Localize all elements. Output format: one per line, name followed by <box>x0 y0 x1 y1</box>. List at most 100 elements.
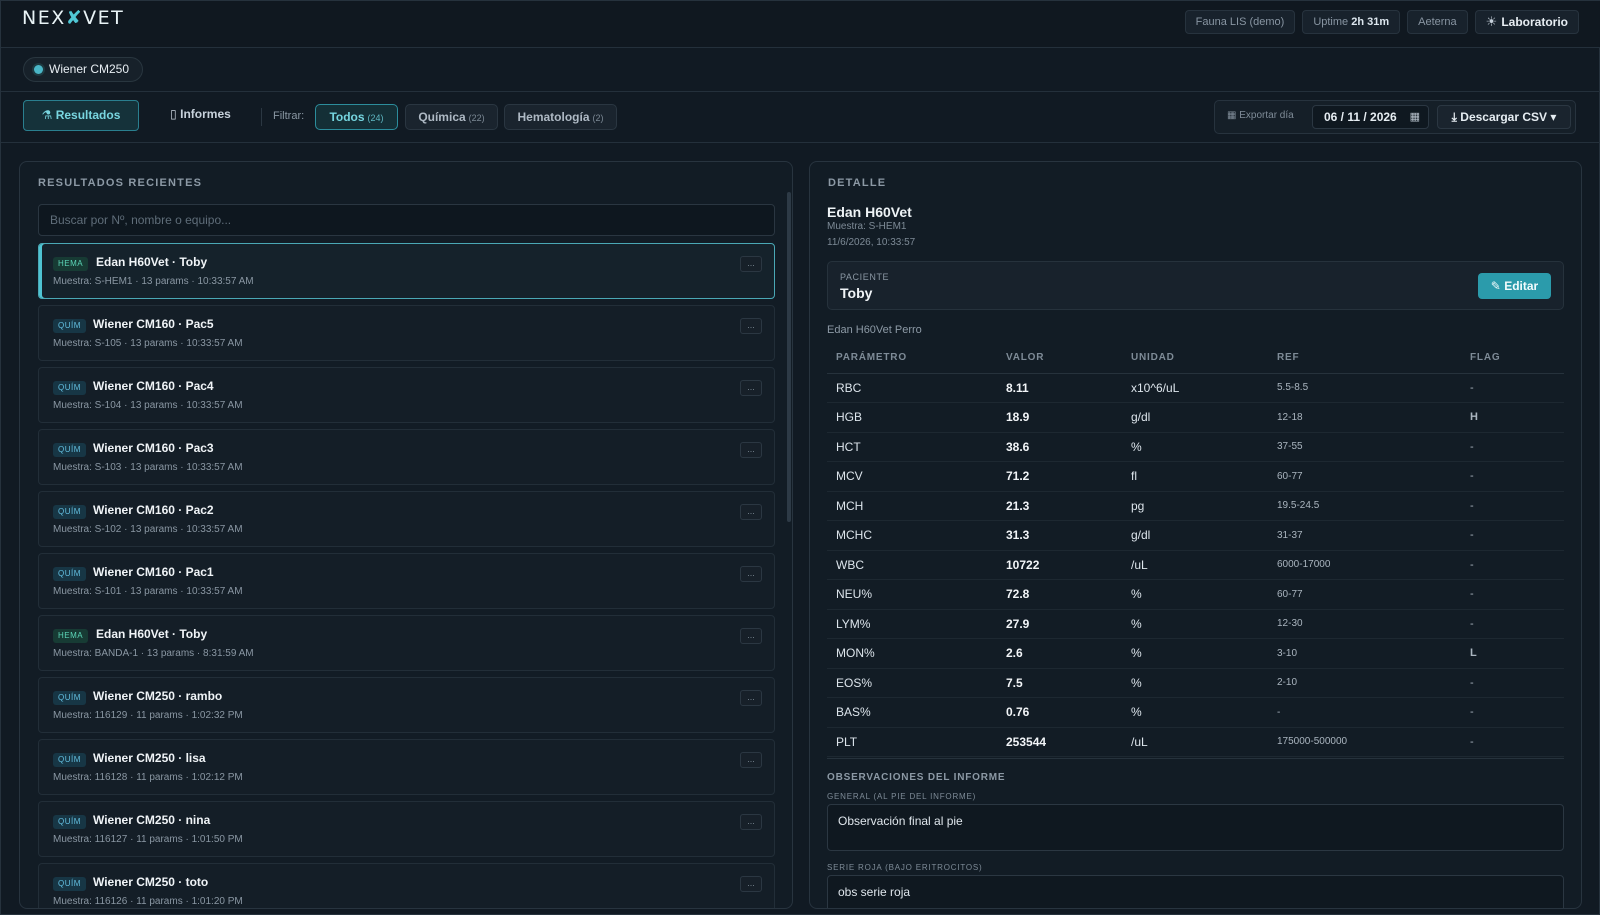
category-badge: QUÍM <box>53 319 86 333</box>
list-item[interactable]: QUÍM Wiener CM160 · Pac3 Muestra: S-103 · … <box>38 429 775 485</box>
list-item[interactable]: HEMA Edan H60Vet · Toby Muestra: BANDA-1 ·… <box>38 615 775 671</box>
table-row: RBC 8.11 x10^6/uL 5.5-8.5- <box>827 373 1564 403</box>
app-logo[interactable]: NEX✘VET <box>22 7 124 29</box>
list-item[interactable]: QUÍM Wiener CM250 · nina Muestra: 116127 ·… <box>38 801 775 857</box>
param-flag: - <box>1470 461 1564 492</box>
flask-icon: ⚗ <box>41 108 53 122</box>
export-date-input[interactable]: 06 / 11 / 2026 ▦ <box>1312 105 1429 129</box>
list-item[interactable]: QUÍM Wiener CM250 · rambo Muestra: 116129 … <box>38 677 775 733</box>
filter-chip-hematologia[interactable]: Hematología (2) <box>504 104 617 130</box>
param-ref: 60-77 <box>1277 579 1470 610</box>
device-name: Wiener CM250 <box>49 62 130 76</box>
param-value: 71.2 <box>1006 461 1131 492</box>
param-flag: - <box>1470 491 1564 521</box>
list-item-title: Wiener CM160 · Pac3 <box>93 441 214 455</box>
device-bar: Wiener CM250 <box>1 48 1600 92</box>
list-item-title: Wiener CM250 · rambo <box>93 689 223 703</box>
theme-pill[interactable]: Aeterna <box>1407 10 1468 34</box>
column-header-flag: FLAG <box>1470 342 1564 374</box>
param-name: WBC <box>827 550 1006 580</box>
observations-divider <box>827 758 1564 759</box>
param-value: 38.6 <box>1006 432 1131 462</box>
param-ref: 37-55 <box>1277 432 1470 462</box>
category-badge: QUÍM <box>53 753 86 767</box>
list-item-title: Edan H60Vet · Toby <box>96 627 208 641</box>
export-day-label: ▦ Exportar día <box>1227 110 1294 121</box>
more-options-button[interactable]: ... <box>740 566 762 582</box>
list-item-meta: Muestra: S-102 · 13 params · 10:33:57 AM <box>53 524 243 535</box>
table-row: MCV 71.2 fl 60-77- <box>827 461 1564 492</box>
list-item[interactable]: QUÍM Wiener CM160 · Pac2 Muestra: S-102 · … <box>38 491 775 547</box>
param-unit: /uL <box>1131 727 1277 757</box>
detail-datetime: 11/6/2026, 10:33:57 <box>827 237 916 248</box>
param-flag: - <box>1470 609 1564 639</box>
param-ref: 2-10 <box>1277 668 1470 698</box>
column-header-ref: REF <box>1277 342 1470 374</box>
filter-chip-todos[interactable]: Todos (24) <box>315 104 398 130</box>
results-list: HEMA Edan H60Vet · Toby Muestra: S-HEM1 · … <box>38 243 775 908</box>
more-options-button[interactable]: ... <box>740 380 762 396</box>
more-options-button[interactable]: ... <box>740 752 762 768</box>
list-item[interactable]: HEMA Edan H60Vet · Toby Muestra: S-HEM1 · … <box>38 243 775 299</box>
table-row: HGB 18.9 g/dl 12-18 H <box>827 402 1564 433</box>
param-ref: 5.5-8.5 <box>1277 373 1470 403</box>
more-options-button[interactable]: ... <box>740 442 762 458</box>
category-badge: QUÍM <box>53 877 86 891</box>
download-csv-button[interactable]: ⤓ Descargar CSV ▾ <box>1437 105 1571 129</box>
more-options-button[interactable]: ... <box>740 628 762 644</box>
param-flag: L <box>1470 638 1564 669</box>
list-item[interactable]: QUÍM Wiener CM160 · Pac4 Muestra: S-104 · … <box>38 367 775 423</box>
list-item[interactable]: QUÍM Wiener CM160 · Pac5 Muestra: S-105 · … <box>38 305 775 361</box>
laboratory-button[interactable]: ☀ Laboratorio <box>1474 10 1579 34</box>
list-item[interactable]: QUÍM Wiener CM160 · Pac1 Muestra: S-101 · … <box>38 553 775 609</box>
list-item[interactable]: QUÍM Wiener CM250 · toto Muestra: 116126 ·… <box>38 863 775 908</box>
detail-device-name: Edan H60Vet <box>827 204 912 220</box>
more-options-button[interactable]: ... <box>740 876 762 892</box>
observations-title: OBSERVACIONES DEL INFORME <box>827 772 1006 783</box>
search-input[interactable]: Buscar por Nº, nombre o equipo... <box>38 204 775 236</box>
list-item-title: Edan H60Vet · Toby <box>96 255 208 269</box>
param-name: EOS% <box>827 668 1006 698</box>
list-item[interactable]: QUÍM Wiener CM250 · lisa Muestra: 116128 ·… <box>38 739 775 795</box>
more-options-button[interactable]: ... <box>740 690 762 706</box>
more-options-button[interactable]: ... <box>740 318 762 334</box>
tab-results[interactable]: ⚗ Resultados <box>23 100 139 131</box>
edit-button[interactable]: ✎ Editar <box>1478 273 1551 299</box>
param-unit: fl <box>1131 461 1277 492</box>
param-value: 18.9 <box>1006 402 1131 433</box>
table-header-row: PARÁMETRO VALOR UNIDAD REF FLAG <box>827 342 1564 374</box>
param-unit: % <box>1131 432 1277 462</box>
param-value: 8.11 <box>1006 373 1131 403</box>
param-name: MCHC <box>827 520 1006 551</box>
top-bar: NEX✘VET Fauna LIS (demo) Uptime 2h 31m A… <box>1 1 1600 48</box>
obs-red-series-textarea[interactable]: obs serie roja <box>827 875 1564 908</box>
uptime-value: 2h 31m <box>1351 16 1390 28</box>
calendar-picker-icon[interactable]: ▦ <box>1410 106 1420 128</box>
param-value: 7.5 <box>1006 668 1131 698</box>
param-name: MON% <box>827 638 1006 669</box>
obs-general-textarea[interactable]: Observación final al pie <box>827 804 1564 851</box>
device-selector[interactable]: Wiener CM250 <box>23 57 144 82</box>
filter-chip-quimica[interactable]: Química (22) <box>405 104 498 130</box>
category-badge: QUÍM <box>53 505 86 519</box>
more-options-button[interactable]: ... <box>740 814 762 830</box>
tab-reports[interactable]: ▯ Informes <box>153 100 248 131</box>
detail-sample: Muestra: S-HEM1 <box>827 221 907 232</box>
scrollbar[interactable] <box>787 192 791 522</box>
list-item-meta: Muestra: S-104 · 13 params · 10:33:57 AM <box>53 400 243 411</box>
list-item-meta: Muestra: 116128 · 11 params · 1:02:12 PM <box>53 772 243 783</box>
more-options-button[interactable]: ... <box>740 256 762 272</box>
category-badge: QUÍM <box>53 567 86 581</box>
param-name: LYM% <box>827 609 1006 639</box>
param-unit: /uL <box>1131 550 1277 580</box>
param-flag: - <box>1470 668 1564 698</box>
more-options-button[interactable]: ... <box>740 504 762 520</box>
table-row: EOS% 7.5% 2-10- <box>827 668 1564 698</box>
param-flag: - <box>1470 432 1564 462</box>
table-row: MCHC 31.3 g/dl 31-37- <box>827 520 1564 551</box>
table-row: BAS% 0.76% - - <box>827 697 1564 728</box>
column-header-parametro: PARÁMETRO <box>827 342 1006 374</box>
param-ref: - <box>1277 697 1470 728</box>
param-name: MCV <box>827 461 1006 492</box>
table-row: WBC 10722/uL 6000-17000- <box>827 550 1564 580</box>
